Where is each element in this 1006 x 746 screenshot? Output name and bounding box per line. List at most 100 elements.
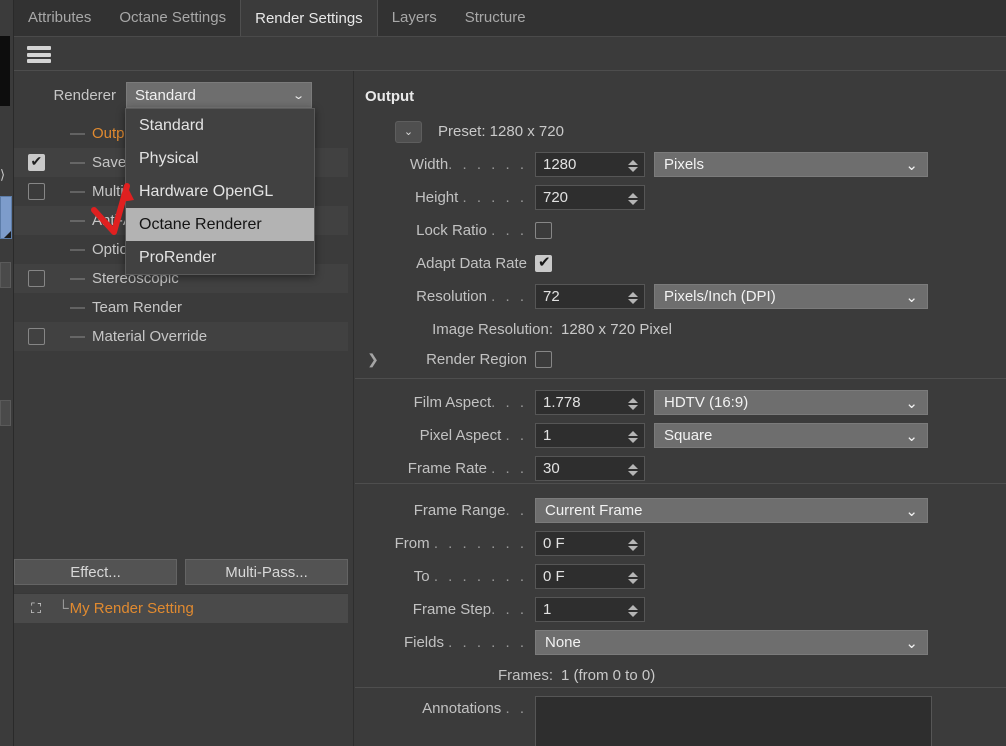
frame-step-value: 1	[543, 601, 552, 618]
menu-item-octane-renderer[interactable]: Octane Renderer	[126, 208, 314, 241]
renderer-row: Renderer Standard ⌄	[14, 81, 354, 109]
resolution-input[interactable]: 72	[535, 284, 645, 309]
effect-button[interactable]: Effect...	[14, 559, 177, 585]
tab-label: Structure	[464, 9, 526, 26]
menu-item-physical[interactable]: Physical	[126, 142, 314, 175]
frame-range-dropdown[interactable]: Current Frame ⌄	[535, 498, 928, 523]
tab-attributes[interactable]: Attributes	[14, 0, 105, 36]
pixel-aspect-preset-dropdown[interactable]: Square ⌄	[654, 423, 928, 448]
fields-dropdown[interactable]: None ⌄	[535, 630, 928, 655]
frame-rate-label: Frame Rate . . .	[407, 460, 527, 477]
hamburger-icon[interactable]	[24, 45, 54, 64]
pixel-aspect-stepper[interactable]	[627, 426, 639, 447]
tab-label: Render Settings	[255, 9, 363, 27]
menu-item-label: Standard	[139, 116, 204, 134]
menu-item-prorender[interactable]: ProRender	[126, 241, 314, 274]
film-aspect-value: 1.778	[543, 394, 581, 411]
tree-item-material-override[interactable]: — Material Override	[14, 322, 348, 351]
tab-label: Layers	[391, 9, 437, 26]
tab-layers[interactable]: Layers	[378, 0, 451, 36]
resolution-stepper[interactable]	[627, 287, 639, 308]
save-checkbox[interactable]	[27, 153, 45, 171]
film-aspect-input[interactable]: 1.778	[535, 390, 645, 415]
tree-twig: —	[70, 299, 85, 316]
width-unit-dropdown[interactable]: Pixels ⌄	[654, 152, 928, 177]
render-region-row: ❯ Render Region	[355, 343, 552, 376]
strip-box-2[interactable]	[0, 400, 11, 426]
tree-twig: └	[58, 600, 69, 617]
frame-range-row: Frame Range. . Current Frame ⌄	[355, 494, 928, 527]
width-stepper[interactable]	[627, 155, 639, 176]
stereoscopic-checkbox[interactable]	[27, 270, 45, 287]
tree-twig: —	[70, 183, 85, 200]
film-aspect-preset-dropdown[interactable]: HDTV (16:9) ⌄	[654, 390, 928, 415]
height-input[interactable]: 720	[535, 185, 645, 210]
tree-twig: —	[70, 125, 85, 142]
renderer-value: Standard	[135, 86, 196, 104]
fields-value: None	[545, 634, 581, 651]
width-input[interactable]: 1280	[535, 152, 645, 177]
chevron-down-icon: ⌄	[905, 427, 918, 445]
width-unit-value: Pixels	[664, 156, 705, 173]
from-stepper[interactable]	[627, 534, 639, 555]
adapt-data-rate-checkbox[interactable]	[535, 253, 552, 272]
to-stepper[interactable]	[627, 567, 639, 588]
renderer-dropdown[interactable]: Standard ⌄	[126, 82, 312, 108]
resolution-label: Resolution . . .	[416, 288, 527, 305]
multi-pass-button[interactable]: Multi-Pass...	[185, 559, 348, 585]
chevron-down-icon: ⌄	[905, 394, 918, 412]
image-resolution-label: Image Resolution:	[432, 321, 553, 338]
material-override-checkbox[interactable]	[27, 328, 45, 345]
menu-item-hardware-opengl[interactable]: Hardware OpenGL	[126, 175, 314, 208]
tree-item-team-render[interactable]: — Team Render	[14, 293, 348, 322]
frame-step-row: Frame Step. . . 1	[355, 593, 645, 626]
tab-label: Octane Settings	[119, 9, 227, 26]
tree-twig: —	[70, 328, 85, 345]
preset-row: ⌄ Preset: 1280 x 720	[355, 115, 564, 148]
resolution-value: 72	[543, 288, 560, 305]
strip-box-1[interactable]	[0, 262, 11, 288]
render-setting-row[interactable]: ⛶ └ My Render Setting	[14, 593, 348, 623]
tree-twig: —	[70, 241, 85, 258]
chevron-right-icon[interactable]: ❯	[363, 351, 383, 368]
checkbox-cell	[14, 153, 58, 171]
preset-label: Preset: 1280 x 720	[438, 123, 564, 140]
frame-rate-input[interactable]: 30	[535, 456, 645, 481]
pixel-aspect-preset-value: Square	[664, 427, 713, 444]
tab-octane-settings[interactable]: Octane Settings	[105, 0, 240, 36]
chevron-right-icon[interactable]: ⟩	[0, 160, 12, 190]
to-value: 0 F	[543, 568, 565, 585]
left-edge-strip: ⟩	[0, 0, 14, 746]
preset-collapse-button[interactable]: ⌄	[395, 120, 422, 143]
menu-item-label: Physical	[139, 149, 199, 167]
chevron-down-icon: ⌄	[905, 502, 918, 520]
output-settings-panel: Output ⌄ Preset: 1280 x 720 Width. . . .…	[355, 71, 1006, 746]
height-label: Height . . . . .	[414, 189, 527, 206]
checkbox-cell	[14, 270, 58, 287]
frame-rate-stepper[interactable]	[627, 459, 639, 480]
resolution-unit-dropdown[interactable]: Pixels/Inch (DPI) ⌄	[654, 284, 928, 309]
tab-structure[interactable]: Structure	[451, 0, 540, 36]
render-region-checkbox[interactable]	[535, 351, 552, 368]
tree-twig: —	[70, 154, 85, 171]
frame-step-input[interactable]: 1	[535, 597, 645, 622]
annotations-textarea[interactable]	[535, 696, 932, 746]
renderer-dropdown-menu[interactable]: Standard Physical Hardware OpenGL Octane…	[125, 108, 315, 275]
height-stepper[interactable]	[627, 188, 639, 209]
width-row: Width. . . . . . 1280 Pixels ⌄	[355, 148, 928, 181]
tree-twig: —	[70, 270, 85, 287]
pixel-aspect-label: Pixel Aspect . .	[419, 427, 527, 444]
from-input[interactable]: 0 F	[535, 531, 645, 556]
pixel-aspect-input[interactable]: 1	[535, 423, 645, 448]
frame-step-stepper[interactable]	[627, 600, 639, 621]
selected-object-sliver[interactable]	[0, 196, 12, 239]
to-label: To . . . . . . .	[413, 568, 527, 585]
menu-item-label: Octane Renderer	[139, 215, 262, 233]
to-input[interactable]: 0 F	[535, 564, 645, 589]
multi-pass-checkbox[interactable]	[27, 183, 45, 200]
menu-item-standard[interactable]: Standard	[126, 109, 314, 142]
menu-item-label: Hardware OpenGL	[139, 182, 274, 200]
film-aspect-stepper[interactable]	[627, 393, 639, 414]
lock-ratio-checkbox[interactable]	[535, 222, 552, 239]
tab-render-settings[interactable]: Render Settings	[240, 0, 378, 36]
